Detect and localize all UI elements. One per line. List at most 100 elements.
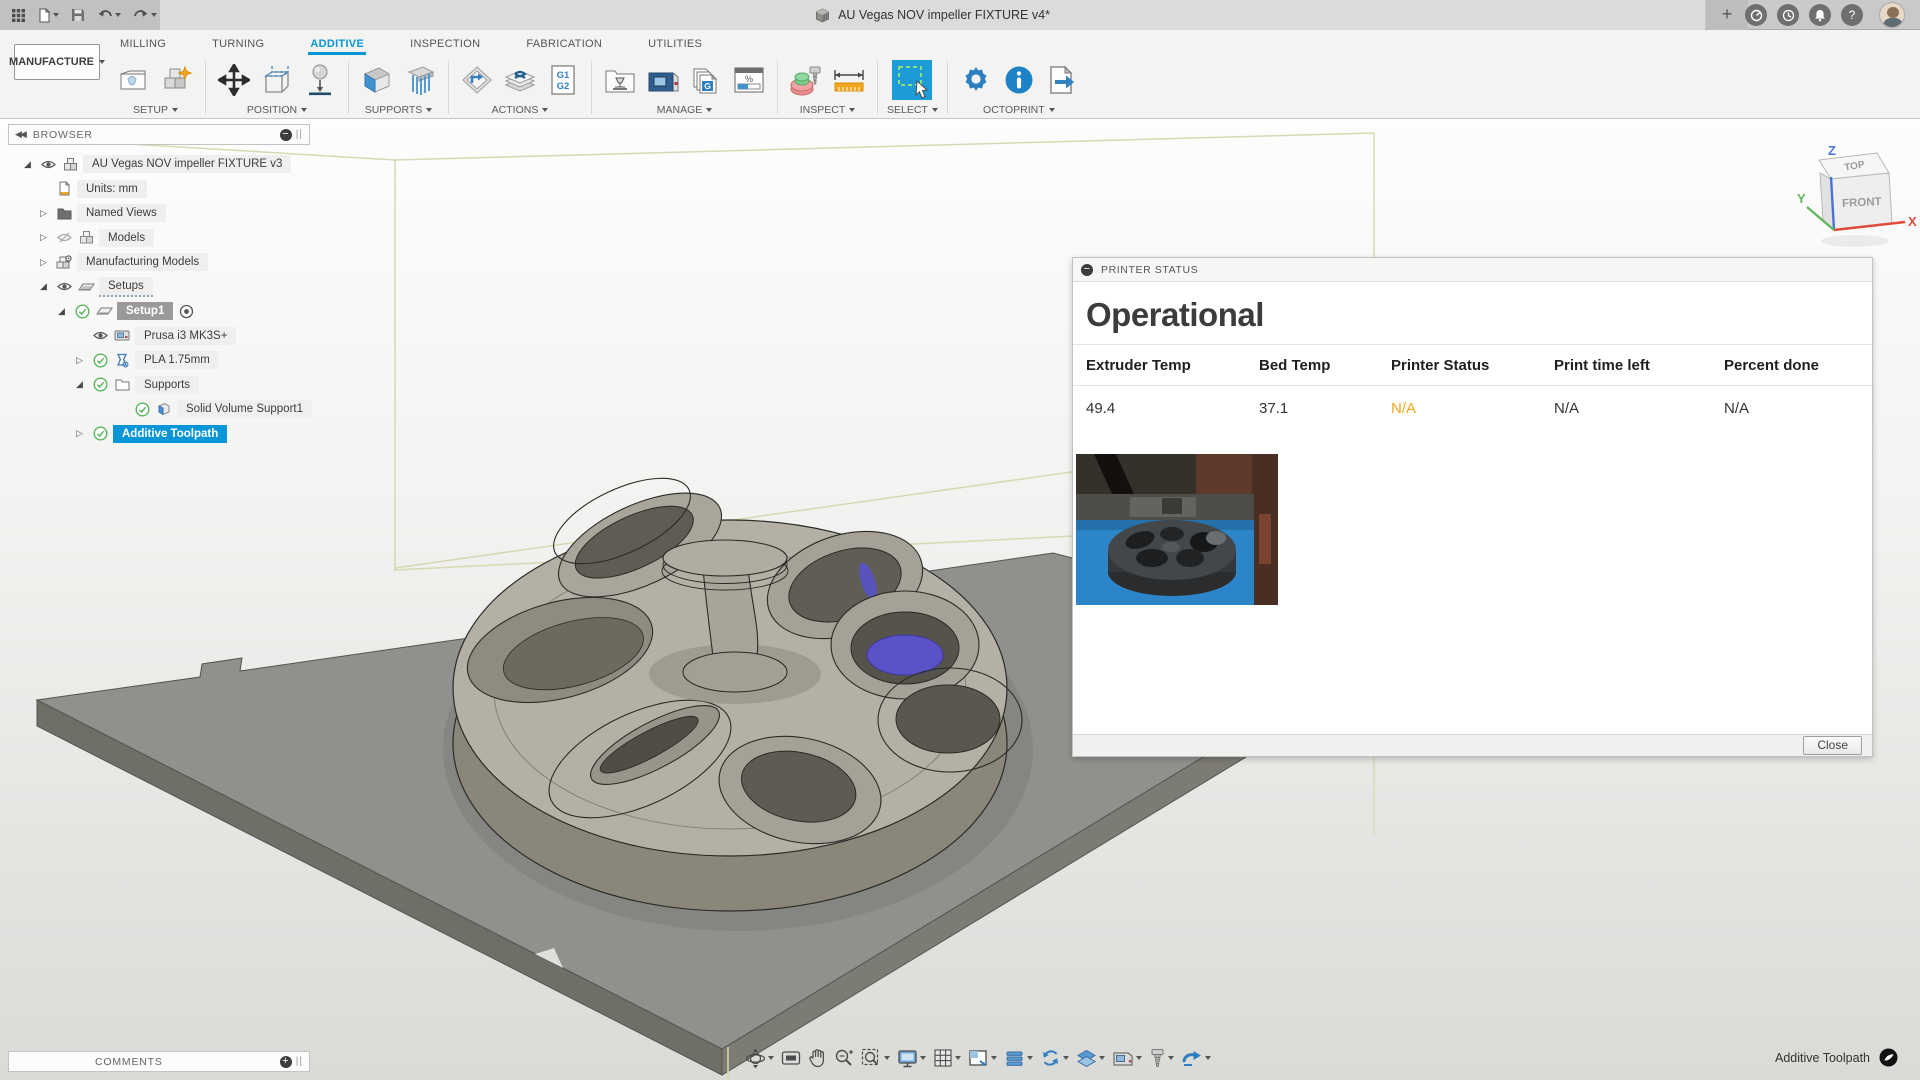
group-supports-label[interactable]: SUPPORTS bbox=[365, 104, 423, 116]
group-inspect-label[interactable]: INSPECT bbox=[800, 104, 846, 116]
expander-icon[interactable]: ▷ bbox=[36, 232, 51, 243]
tree-item-additive-toolpath[interactable]: ▷ Additive Toolpath bbox=[8, 422, 310, 447]
new-tab-button[interactable]: + bbox=[1706, 0, 1748, 30]
grid-icon[interactable] bbox=[933, 1048, 961, 1068]
viewcube-front-label[interactable]: FRONT bbox=[1842, 196, 1882, 210]
notifications-icon[interactable] bbox=[1809, 4, 1831, 26]
select-icon[interactable] bbox=[890, 58, 934, 102]
collapse-browser-icon[interactable]: ◀◀ bbox=[15, 129, 25, 140]
simulate-layers-icon[interactable] bbox=[501, 60, 539, 100]
tree-item-label[interactable]: Units: mm bbox=[77, 180, 147, 198]
fixture-model[interactable] bbox=[443, 461, 1033, 931]
group-manage-label[interactable]: MANAGE bbox=[657, 104, 703, 116]
octoprint-upload-icon[interactable] bbox=[1043, 60, 1081, 100]
probe-icon[interactable] bbox=[787, 60, 825, 100]
tree-item-label[interactable]: Named Views bbox=[77, 204, 166, 222]
place-on-platform-icon[interactable] bbox=[301, 60, 339, 100]
group-position-label[interactable]: POSITION bbox=[247, 104, 297, 116]
extensions-icon[interactable] bbox=[1745, 4, 1767, 26]
tree-item-label[interactable]: Solid Volume Support1 bbox=[177, 400, 312, 418]
print-utility-icon[interactable] bbox=[601, 60, 639, 100]
tree-item-solid-volume-support[interactable]: Solid Volume Support1 bbox=[8, 397, 310, 422]
close-button[interactable]: Close bbox=[1803, 736, 1862, 755]
look-at-icon[interactable] bbox=[781, 1049, 801, 1067]
new-setup-icon[interactable] bbox=[115, 60, 153, 100]
support-structure-icon[interactable] bbox=[358, 60, 396, 100]
visibility-eye-icon[interactable] bbox=[55, 279, 73, 295]
tab-inspection[interactable]: INSPECTION bbox=[408, 32, 482, 55]
tree-item-supports[interactable]: ◢ Supports bbox=[8, 373, 310, 398]
toolpath-display-icon[interactable] bbox=[1181, 1049, 1211, 1067]
fixture-screw-icon[interactable] bbox=[1149, 1048, 1174, 1068]
undo-button[interactable] bbox=[94, 7, 124, 24]
add-comment-icon[interactable]: + bbox=[280, 1056, 292, 1068]
tree-item-manufacturing-models[interactable]: ▷ Manufacturing Models bbox=[8, 250, 310, 275]
tree-item-label[interactable]: Additive Toolpath bbox=[113, 425, 227, 443]
expander-icon[interactable]: ◢ bbox=[72, 379, 87, 390]
expander-icon[interactable]: ▷ bbox=[36, 257, 51, 268]
display-settings-icon[interactable] bbox=[897, 1049, 926, 1068]
tree-item-setup1[interactable]: ◢ Setup1 bbox=[8, 299, 310, 324]
move-icon[interactable] bbox=[215, 60, 253, 100]
tab-fabrication[interactable]: FABRICATION bbox=[524, 32, 604, 55]
tree-item-label[interactable]: Supports bbox=[135, 376, 199, 394]
help-icon[interactable]: ? bbox=[1841, 4, 1863, 26]
visibility-eye-icon[interactable] bbox=[91, 328, 109, 344]
group-octoprint-label[interactable]: OCTOPRINT bbox=[983, 104, 1045, 116]
group-setup-label[interactable]: SETUP bbox=[133, 104, 168, 116]
printer-status-header[interactable]: − PRINTER STATUS bbox=[1073, 258, 1872, 282]
tree-item-label[interactable]: Setup1 bbox=[117, 302, 173, 320]
measure-icon[interactable] bbox=[830, 60, 868, 100]
tree-item-label[interactable]: PLA 1.75mm bbox=[135, 351, 219, 369]
tree-item-named-views[interactable]: ▷ Named Views bbox=[8, 201, 310, 226]
machine-library-icon[interactable] bbox=[644, 60, 682, 100]
post-process-icon[interactable]: G1G2 bbox=[544, 60, 582, 100]
expander-icon[interactable]: ▷ bbox=[72, 428, 87, 439]
active-setup-radio-icon[interactable] bbox=[177, 303, 195, 319]
tab-additive[interactable]: ADDITIVE bbox=[308, 32, 366, 55]
tree-item-models[interactable]: ▷ Models bbox=[8, 226, 310, 251]
tree-item-label[interactable]: AU Vegas NOV impeller FIXTURE v3 bbox=[83, 155, 291, 173]
tree-item-printer[interactable]: Prusa i3 MK3S+ bbox=[8, 324, 310, 349]
toolpath-progress-icon[interactable] bbox=[1879, 1048, 1898, 1067]
tree-item-label[interactable]: Setups bbox=[99, 277, 153, 297]
document-tab[interactable]: AU Vegas NOV impeller FIXTURE v4* bbox=[160, 0, 1705, 30]
viewports-icon[interactable] bbox=[968, 1049, 997, 1068]
expander-icon[interactable]: ◢ bbox=[36, 281, 51, 292]
gcode-documents-icon[interactable]: G bbox=[687, 60, 725, 100]
file-menu-button[interactable] bbox=[35, 6, 62, 25]
octoprint-info-icon[interactable] bbox=[1000, 60, 1038, 100]
browser-drag-handle[interactable]: || bbox=[296, 129, 303, 140]
bar-supports-icon[interactable] bbox=[401, 60, 439, 100]
comments-header[interactable]: COMMENTS + || bbox=[8, 1051, 310, 1072]
orbit-icon[interactable] bbox=[745, 1048, 774, 1069]
new-folder-icon[interactable] bbox=[158, 60, 196, 100]
visibility-off-icon[interactable] bbox=[55, 230, 73, 246]
generate-toolpath-icon[interactable] bbox=[458, 60, 496, 100]
group-actions-label[interactable]: ACTIONS bbox=[492, 104, 539, 116]
expander-icon[interactable]: ◢ bbox=[54, 306, 69, 317]
visual-style-icon[interactable] bbox=[1076, 1049, 1105, 1068]
tab-milling[interactable]: MILLING bbox=[118, 32, 168, 55]
viewport-3d[interactable]: TOP FRONT Z X Y ◀◀ BROWSER − || ◢ AU Veg… bbox=[0, 119, 1920, 1080]
view-cube[interactable]: TOP FRONT Z X Y bbox=[1795, 133, 1920, 259]
save-button[interactable] bbox=[68, 6, 88, 24]
group-select-label[interactable]: SELECT bbox=[887, 104, 928, 116]
browser-header[interactable]: ◀◀ BROWSER − || bbox=[8, 124, 310, 145]
octoprint-settings-icon[interactable] bbox=[957, 60, 995, 100]
visibility-eye-icon[interactable] bbox=[39, 156, 57, 172]
panel-collapse-icon[interactable]: − bbox=[1081, 264, 1093, 276]
app-menu-icon[interactable] bbox=[8, 6, 29, 25]
zoom-icon[interactable] bbox=[834, 1048, 854, 1068]
auto-refresh-icon[interactable] bbox=[1040, 1048, 1069, 1068]
browser-minimize-icon[interactable]: − bbox=[280, 129, 292, 141]
user-avatar[interactable] bbox=[1879, 2, 1905, 28]
job-status-icon[interactable] bbox=[1777, 4, 1799, 26]
tree-item-label[interactable]: Manufacturing Models bbox=[77, 253, 208, 271]
pan-icon[interactable] bbox=[808, 1048, 827, 1068]
comments-drag-handle[interactable]: || bbox=[296, 1056, 303, 1067]
section-steps-icon[interactable] bbox=[1004, 1049, 1033, 1068]
fit-icon[interactable] bbox=[861, 1048, 890, 1068]
tree-item-root-component[interactable]: ◢ AU Vegas NOV impeller FIXTURE v3 bbox=[8, 152, 310, 177]
tree-item-label[interactable]: Models bbox=[99, 229, 154, 247]
